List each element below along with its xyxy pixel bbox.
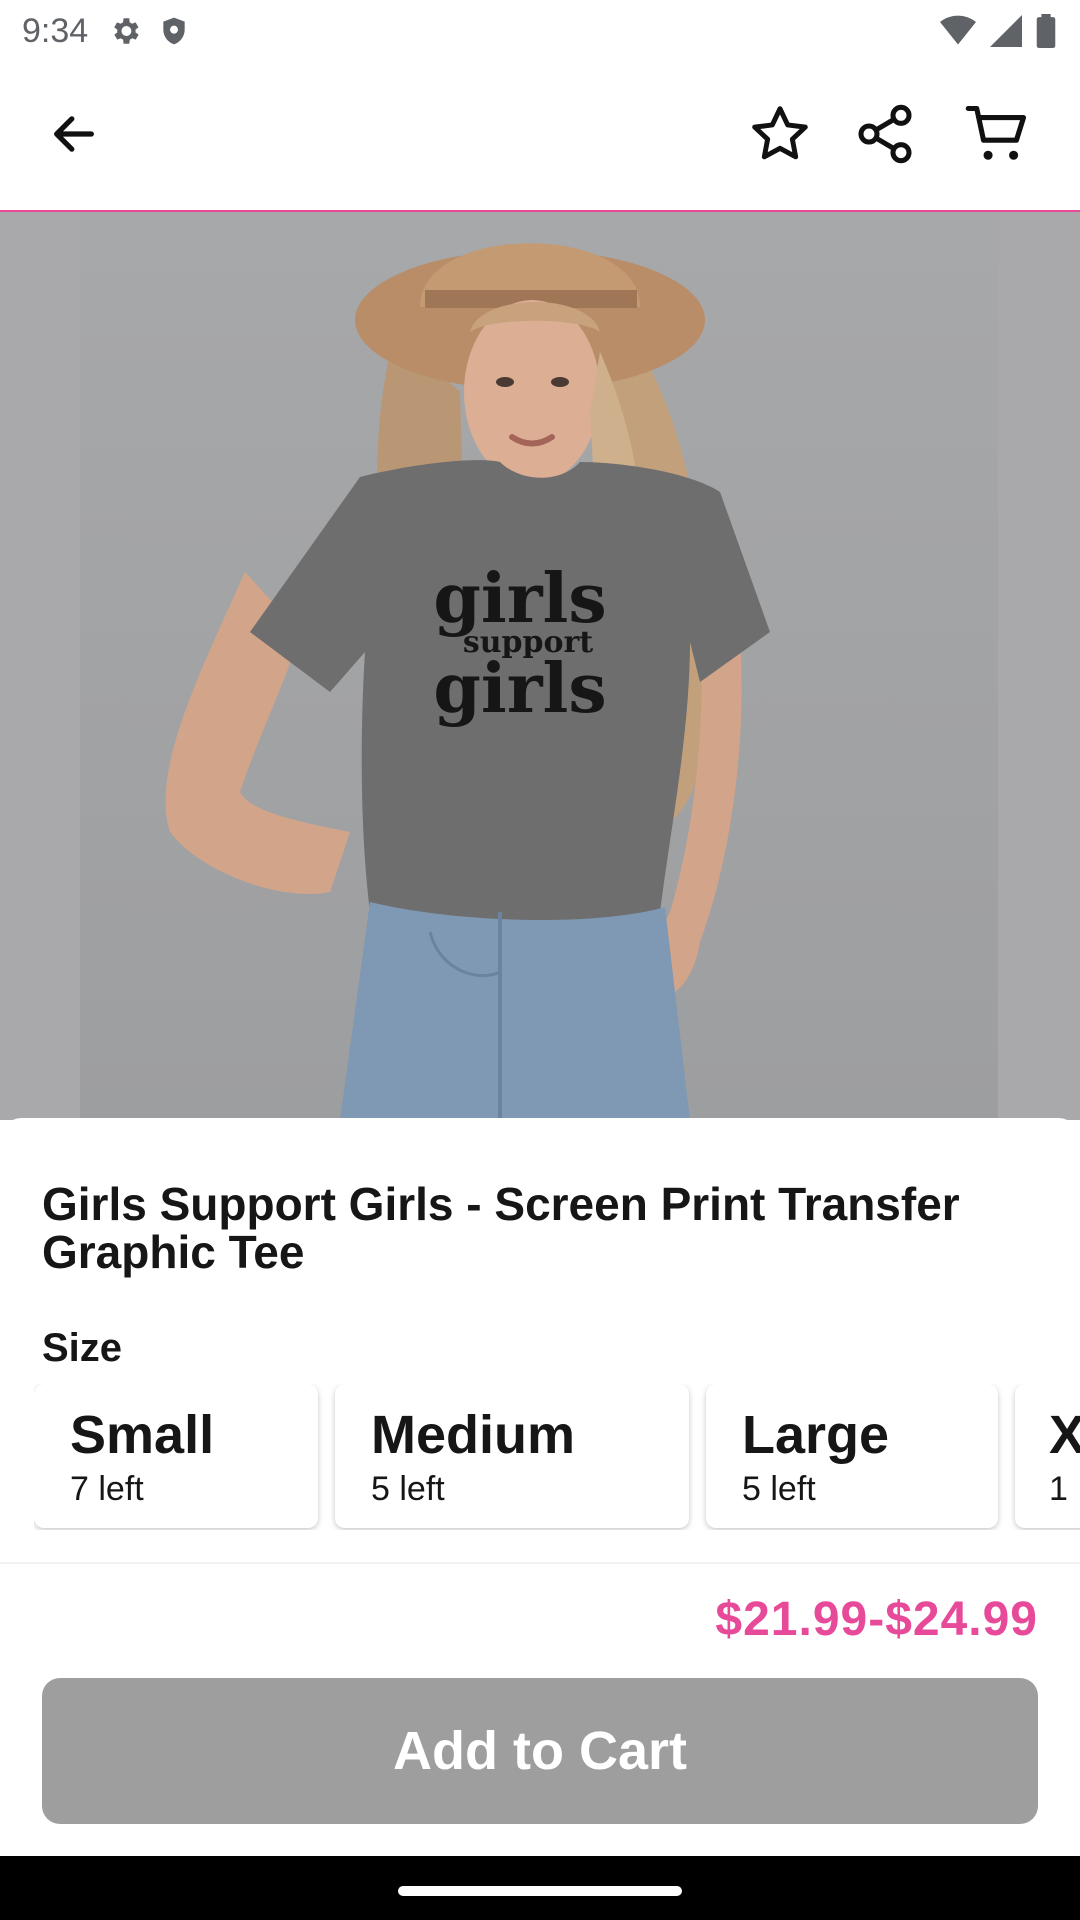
share-icon [853, 102, 917, 171]
status-bar: 9:34 [0, 0, 1080, 62]
product-title: Girls Support Girls - Screen Print Trans… [42, 1178, 960, 1278]
cart-icon [964, 100, 1032, 173]
size-name: Medium [371, 1405, 576, 1465]
size-option-medium[interactable]: Medium 5 left [335, 1384, 689, 1528]
status-left-icons [108, 14, 190, 53]
size-stock: 5 left [742, 1470, 816, 1508]
back-button[interactable] [34, 96, 114, 176]
purchase-footer: $21.99-$24.99 Add to Cart [0, 1562, 1080, 1856]
shield-icon [158, 14, 190, 53]
wifi-icon [940, 15, 976, 52]
status-time: 9:34 [22, 12, 89, 50]
size-name: Small [70, 1405, 215, 1465]
settings-icon [108, 14, 142, 53]
battery-icon [1036, 14, 1056, 53]
price-range: $21.99-$24.99 [715, 1593, 1038, 1646]
size-options: Small 7 left Medium 5 left Large 5 left … [34, 1384, 1080, 1530]
size-option-small[interactable]: Small 7 left [34, 1384, 318, 1528]
favorite-button[interactable] [740, 96, 820, 176]
size-option-large[interactable]: Large 5 left [706, 1384, 998, 1528]
system-nav-bar [0, 1856, 1080, 1920]
home-gesture-handle[interactable] [398, 1886, 682, 1896]
back-arrow-icon [48, 108, 100, 165]
size-label: Size [42, 1326, 123, 1370]
size-stock: 7 left [70, 1470, 144, 1508]
size-name: Large [742, 1405, 890, 1465]
product-image[interactable]: girls support girls [0, 212, 1080, 1120]
add-to-cart-button[interactable]: Add to Cart [42, 1678, 1038, 1824]
size-stock: 1 [1049, 1470, 1068, 1508]
signal-icon [990, 15, 1022, 52]
cart-button[interactable] [958, 96, 1038, 176]
share-button[interactable] [845, 96, 925, 176]
add-to-cart-label: Add to Cart [393, 1721, 687, 1781]
star-icon [747, 101, 813, 172]
size-option-x[interactable]: X 1 [1015, 1384, 1080, 1528]
status-right-icons [940, 14, 1056, 53]
shirt-print-line-3: girls [433, 649, 606, 729]
product-details-sheet: Girls Support Girls - Screen Print Trans… [0, 1118, 1080, 1562]
size-stock: 5 left [371, 1470, 445, 1508]
size-name: X [1049, 1405, 1080, 1465]
model-illustration: girls support girls [165, 243, 770, 1120]
app-bar [0, 62, 1080, 210]
